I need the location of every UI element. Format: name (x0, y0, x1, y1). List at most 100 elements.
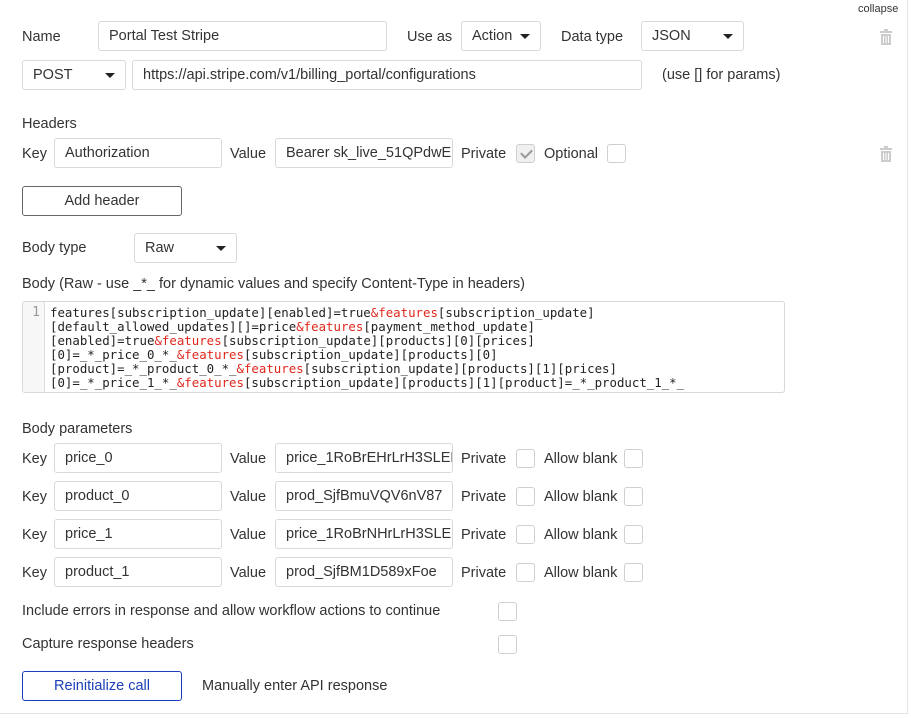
param-allow-blank-label: Allow blank (544, 489, 618, 505)
param-allow-blank-checkbox[interactable] (624, 525, 643, 544)
url-input[interactable]: https://api.stripe.com/v1/billing_portal… (132, 60, 642, 90)
code-token: [subscription_update] (437, 305, 595, 320)
header-optional-label: Optional (544, 146, 599, 162)
body-section-label: Body (Raw - use _*_ for dynamic values a… (22, 276, 525, 292)
code-token-highlight: &features (370, 305, 438, 320)
code-token: features[subscription_update][enabled]=t… (50, 305, 371, 320)
line-number: 1 (23, 302, 45, 392)
code-token-highlight: &features (176, 375, 244, 390)
code-token-highlight: &features (236, 361, 304, 376)
data-type-value: JSON (652, 28, 691, 44)
use-as-select[interactable]: Action (461, 21, 541, 51)
param-allow-blank-label: Allow blank (544, 565, 618, 581)
body-type-select[interactable]: Raw (134, 233, 237, 263)
param-value-input[interactable]: price_1RoBrNHrLrH3SLEF (275, 519, 453, 549)
header-private-checkbox[interactable] (516, 144, 535, 163)
name-label: Name (22, 29, 61, 45)
code-line: [enabled]=true&features[subscription_upd… (50, 334, 778, 348)
param-private-checkbox[interactable] (516, 487, 535, 506)
param-value-label: Value (230, 527, 267, 543)
body-code[interactable]: features[subscription_update][enabled]=t… (50, 306, 778, 390)
params-hint: (use [] for params) (662, 67, 781, 83)
include-errors-checkbox[interactable] (498, 602, 517, 621)
manual-api-response-link[interactable]: Manually enter API response (202, 676, 387, 696)
param-private-label: Private (461, 489, 507, 505)
use-as-label: Use as (407, 29, 453, 45)
code-token-highlight: &features (176, 347, 244, 362)
param-key-label: Key (22, 451, 47, 467)
code-line: [product]=_*_product_0_*_&features[subsc… (50, 362, 778, 376)
code-token-highlight: &features (296, 319, 364, 334)
code-token: [default_allowed_updates][]=price (50, 319, 297, 334)
api-call-panel: collapse Name Portal Test Stripe Use as … (0, 0, 908, 714)
collapse-link[interactable]: collapse (858, 3, 898, 15)
param-value-input[interactable]: prod_SjfBM1D589xFoe (275, 557, 453, 587)
body-type-label: Body type (22, 240, 87, 256)
code-token: [enabled]=true (50, 333, 155, 348)
data-type-select[interactable]: JSON (641, 21, 744, 51)
caret-down-icon (723, 34, 733, 39)
param-value-label: Value (230, 565, 267, 581)
headers-section-label: Headers (22, 116, 77, 132)
add-header-button[interactable]: Add header (22, 186, 182, 216)
code-line: [0]=_*_price_0_*_&features[subscription_… (50, 348, 778, 362)
param-private-label: Private (461, 527, 507, 543)
method-select[interactable]: POST (22, 60, 126, 90)
param-private-label: Private (461, 565, 507, 581)
header-key-label: Key (22, 146, 47, 162)
method-value: POST (33, 67, 73, 83)
header-value-input[interactable]: Bearer sk_live_51QPdwEH (275, 138, 453, 168)
caret-down-icon (520, 34, 530, 39)
param-allow-blank-checkbox[interactable] (624, 563, 643, 582)
param-key-input[interactable]: price_1 (54, 519, 222, 549)
param-key-input[interactable]: product_1 (54, 557, 222, 587)
code-token: [subscription_update][products][1][produ… (243, 375, 685, 390)
code-token: [subscription_update][products][1][price… (303, 361, 617, 376)
code-line: [0]=_*_price_1_*_&features[subscription_… (50, 376, 778, 390)
header-value-label: Value (230, 146, 267, 162)
caret-down-icon (105, 73, 115, 78)
code-token: [subscription_update][products][0][price… (221, 333, 535, 348)
param-key-input[interactable]: price_0 (54, 443, 222, 473)
trash-icon[interactable] (879, 146, 893, 162)
include-errors-label: Include errors in response and allow wor… (22, 603, 441, 619)
data-type-label: Data type (561, 29, 624, 45)
param-key-input[interactable]: product_0 (54, 481, 222, 511)
param-key-label: Key (22, 527, 47, 543)
capture-headers-checkbox[interactable] (498, 635, 517, 654)
param-allow-blank-checkbox[interactable] (624, 487, 643, 506)
header-optional-checkbox[interactable] (607, 144, 626, 163)
param-private-label: Private (461, 451, 507, 467)
trash-icon[interactable] (879, 29, 893, 45)
code-token-highlight: &features (154, 333, 222, 348)
header-private-label: Private (461, 146, 507, 162)
param-value-label: Value (230, 489, 267, 505)
header-key-input[interactable]: Authorization (54, 138, 222, 168)
param-private-checkbox[interactable] (516, 563, 535, 582)
call-name-input[interactable]: Portal Test Stripe (98, 21, 387, 51)
caret-down-icon (216, 246, 226, 251)
body-type-value: Raw (145, 240, 175, 256)
param-private-checkbox[interactable] (516, 449, 535, 468)
param-allow-blank-label: Allow blank (544, 527, 618, 543)
param-value-input[interactable]: prod_SjfBmuVQV6nV87 (275, 481, 453, 511)
code-line: [default_allowed_updates][]=price&featur… (50, 320, 778, 334)
param-key-label: Key (22, 489, 47, 505)
body-code-editor[interactable]: 1 features[subscription_update][enabled]… (22, 301, 785, 393)
use-as-value: Action (472, 28, 513, 44)
code-token: [product]=_*_product_0_*_ (50, 361, 237, 376)
param-value-label: Value (230, 451, 267, 467)
capture-headers-label: Capture response headers (22, 636, 194, 652)
code-token: [payment_method_update] (363, 319, 535, 334)
code-token: [subscription_update][products][0] (243, 347, 498, 362)
code-token: [0]=_*_price_1_*_ (50, 375, 177, 390)
body-parameters-label: Body parameters (22, 421, 133, 437)
param-key-label: Key (22, 565, 47, 581)
param-private-checkbox[interactable] (516, 525, 535, 544)
param-value-input[interactable]: price_1RoBrEHrLrH3SLEF (275, 443, 453, 473)
code-token: [0]=_*_price_0_*_ (50, 347, 177, 362)
param-allow-blank-label: Allow blank (544, 451, 618, 467)
param-allow-blank-checkbox[interactable] (624, 449, 643, 468)
reinitialize-call-button[interactable]: Reinitialize call (22, 671, 182, 701)
code-line: features[subscription_update][enabled]=t… (50, 306, 778, 320)
